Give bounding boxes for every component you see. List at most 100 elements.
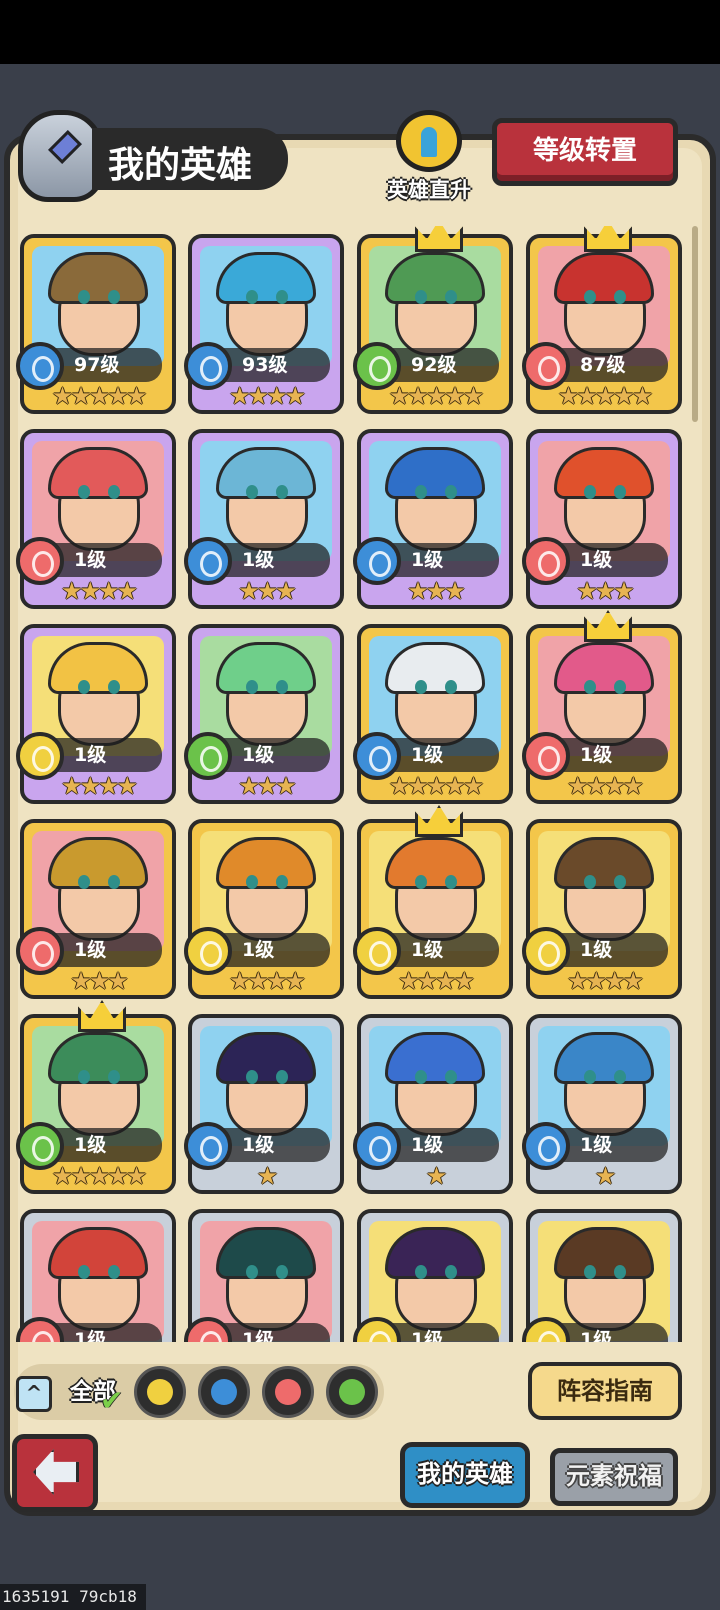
hero-card[interactable]: 1级: [16, 1209, 176, 1342]
hero-hair: [216, 642, 316, 694]
hero-hair: [48, 642, 148, 694]
filter-fire-button[interactable]: [262, 1366, 314, 1418]
hero-hair: [48, 252, 148, 304]
hero-rise-icon: [396, 110, 462, 172]
hero-card[interactable]: 1级 ★★★: [16, 819, 176, 999]
hero-eye: [246, 290, 258, 304]
hero-hair: [385, 1227, 485, 1279]
hero-hair: [554, 1032, 654, 1084]
hero-card[interactable]: 87级 ★★★★★: [522, 226, 682, 414]
hero-eye: [614, 290, 626, 304]
hero-card[interactable]: 1级 ★★★★★: [16, 1000, 176, 1194]
fire-element-icon: [522, 537, 570, 585]
hero-level: 1级: [387, 933, 499, 967]
hero-hair: [48, 447, 148, 499]
hero-eye: [415, 1070, 427, 1084]
hero-eye: [445, 290, 457, 304]
hero-level: 1级: [387, 1323, 499, 1342]
hero-eye: [78, 485, 90, 499]
hero-eye: [78, 290, 90, 304]
hero-card[interactable]: 1级 ★★★★: [16, 429, 176, 609]
tab-element-blessing[interactable]: 元素祝福: [550, 1448, 678, 1506]
water-element-icon: [16, 342, 64, 390]
hero-card[interactable]: 1级 ★: [184, 1014, 344, 1194]
hero-level: 1级: [218, 933, 330, 967]
hero-level: 1级: [556, 1323, 668, 1342]
hero-card[interactable]: 1级 ★: [353, 1014, 513, 1194]
hero-card[interactable]: 1级: [353, 1209, 513, 1342]
crown-icon: [584, 610, 632, 642]
hero-card[interactable]: 1级 ★★★: [522, 429, 682, 609]
water-element-icon: [184, 1122, 232, 1170]
level-swap-button[interactable]: 等级转置: [492, 118, 678, 186]
hero-eye: [584, 290, 596, 304]
wind-element-icon: [16, 1122, 64, 1170]
back-button[interactable]: [12, 1434, 98, 1512]
hero-eye: [246, 1070, 258, 1084]
filter-earth-button[interactable]: [134, 1366, 186, 1418]
hero-card[interactable]: 93级 ★★★★: [184, 234, 344, 414]
collapse-filter-button[interactable]: ^: [16, 1376, 52, 1412]
hero-card[interactable]: 1级 ★★★: [184, 429, 344, 609]
hero-hair: [385, 837, 485, 889]
hero-card[interactable]: 1级 ★★★★: [184, 819, 344, 999]
wind-element-icon: [353, 342, 401, 390]
hero-level: 1级: [50, 543, 162, 577]
hero-card[interactable]: 97级 ★★★★★: [16, 234, 176, 414]
filter-wind-button[interactable]: [326, 1366, 378, 1418]
hero-card[interactable]: 1级 ★★★★: [353, 805, 513, 999]
hero-eye: [445, 875, 457, 889]
hero-card[interactable]: 1级 ★★★★: [522, 610, 682, 804]
hero-card[interactable]: 92级 ★★★★★: [353, 226, 513, 414]
hero-card[interactable]: 1级 ★: [522, 1014, 682, 1194]
tab-my-heroes[interactable]: 我的英雄: [400, 1442, 530, 1508]
status-bar: [0, 0, 720, 64]
hero-card[interactable]: 1级 ★★★★★: [353, 624, 513, 804]
hero-eye: [108, 680, 120, 694]
grid-scrollbar[interactable]: [692, 226, 698, 422]
hero-eye: [78, 680, 90, 694]
earth-element-icon: [184, 927, 232, 975]
hero-card[interactable]: 1级 ★★★: [184, 624, 344, 804]
hero-eye: [415, 1265, 427, 1279]
hero-level: 1级: [50, 1128, 162, 1162]
hero-card[interactable]: 1级 ★★★★: [16, 624, 176, 804]
hero-grid[interactable]: 97级 ★★★★★ 93级 ★★★★ 92级 ★★★★★ 87级 ★★★★★ 1级 ★★★★ 1级 ★…: [14, 226, 694, 1342]
hero-eye: [445, 1070, 457, 1084]
hero-level: 87级: [556, 348, 668, 382]
hero-hair: [385, 252, 485, 304]
hero-eye: [108, 875, 120, 889]
hero-level: 1级: [556, 933, 668, 967]
hero-eye: [246, 680, 258, 694]
fire-element-icon: [522, 732, 570, 780]
hero-level: 1级: [50, 1323, 162, 1342]
hero-hair: [216, 447, 316, 499]
hero-eye: [584, 1265, 596, 1279]
lineup-guide-button[interactable]: 阵容指南: [528, 1362, 682, 1420]
hero-eye: [246, 1265, 258, 1279]
hero-card[interactable]: 1级 ★★★★: [522, 819, 682, 999]
water-element-icon: [522, 1122, 570, 1170]
hero-hair: [554, 447, 654, 499]
hero-level: 93级: [218, 348, 330, 382]
hero-hair: [554, 837, 654, 889]
hero-eye: [276, 875, 288, 889]
hero-eye: [614, 875, 626, 889]
hero-eye: [78, 1070, 90, 1084]
hero-card[interactable]: 1级 ★★★: [353, 429, 513, 609]
hero-level: 1级: [218, 1323, 330, 1342]
earth-element-icon: [353, 927, 401, 975]
hero-card[interactable]: 1级: [184, 1209, 344, 1342]
hero-eye: [614, 1070, 626, 1084]
hero-level: 97级: [50, 348, 162, 382]
hero-eye: [584, 485, 596, 499]
filter-water-button[interactable]: [198, 1366, 250, 1418]
earth-element-icon: [522, 927, 570, 975]
hero-rise-button[interactable]: 英雄直升: [384, 110, 474, 206]
checkmark-icon: ✔: [100, 1384, 124, 1417]
page-title: 我的英雄: [92, 128, 288, 190]
hero-level: 1级: [218, 1128, 330, 1162]
hero-hair: [48, 837, 148, 889]
hero-card[interactable]: 1级: [522, 1209, 682, 1342]
hero-eye: [246, 875, 258, 889]
